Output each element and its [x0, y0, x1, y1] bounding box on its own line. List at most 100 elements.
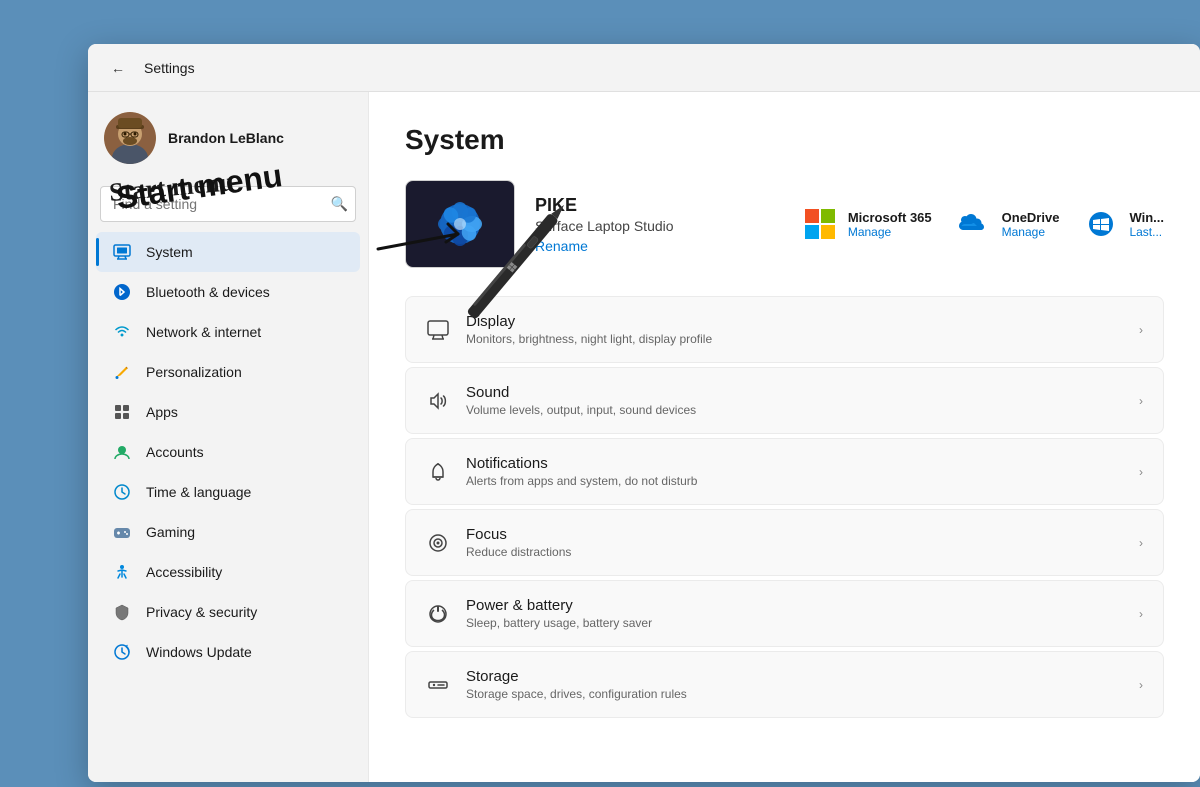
sidebar-item-time-label: Time & language	[146, 484, 251, 500]
sidebar-item-accessibility-label: Accessibility	[146, 564, 222, 580]
onedrive-text: OneDrive Manage	[1002, 210, 1060, 239]
device-model: Surface Laptop Studio	[535, 218, 762, 234]
device-image	[405, 180, 515, 268]
focus-arrow: ›	[1139, 536, 1143, 550]
account-icon	[112, 442, 132, 462]
settings-list: Display Monitors, brightness, night ligh…	[405, 296, 1164, 720]
sidebar-item-accessibility[interactable]: Accessibility	[96, 552, 360, 592]
settings-item-display[interactable]: Display Monitors, brightness, night ligh…	[405, 296, 1164, 363]
device-card: PIKE Surface Laptop Studio Rename	[405, 180, 1164, 268]
page-title: System	[405, 124, 1164, 156]
sound-title: Sound	[466, 384, 1123, 401]
rename-link[interactable]: Rename	[535, 238, 762, 254]
network-icon	[112, 322, 132, 342]
storage-icon	[426, 673, 450, 697]
quick-links: Microsoft 365 Manage O	[802, 206, 1164, 242]
sound-arrow: ›	[1139, 394, 1143, 408]
settings-window: ← Settings	[88, 44, 1200, 782]
settings-item-notifications[interactable]: Notifications Alerts from apps and syste…	[405, 438, 1164, 505]
nav-list: System Bluetooth & devices	[88, 232, 368, 672]
ms365-text: Microsoft 365 Manage	[848, 210, 932, 239]
privacy-icon	[112, 602, 132, 622]
display-desc: Monitors, brightness, night light, displ…	[466, 332, 1123, 346]
sidebar-item-accounts[interactable]: Accounts	[96, 432, 360, 472]
sidebar-item-personalization[interactable]: Personalization	[96, 352, 360, 392]
window-title: Settings	[144, 60, 195, 76]
onedrive-icon	[956, 206, 992, 242]
onedrive-manage[interactable]: Manage	[1002, 225, 1060, 239]
sidebar-item-windowsupdate[interactable]: Windows Update	[96, 632, 360, 672]
sidebar-item-gaming-label: Gaming	[146, 524, 195, 540]
device-name: PIKE	[535, 195, 762, 216]
ms365-icon	[802, 206, 838, 242]
windows-title: Win...	[1129, 210, 1164, 225]
settings-item-sound[interactable]: Sound Volume levels, output, input, soun…	[405, 367, 1164, 434]
sidebar-item-windowsupdate-label: Windows Update	[146, 644, 252, 660]
sidebar-item-network-label: Network & internet	[146, 324, 261, 340]
settings-item-power[interactable]: Power & battery Sleep, battery usage, ba…	[405, 580, 1164, 647]
focus-desc: Reduce distractions	[466, 545, 1123, 559]
power-arrow: ›	[1139, 607, 1143, 621]
ms365-title: Microsoft 365	[848, 210, 932, 225]
windows-text: Win... Last...	[1129, 210, 1164, 239]
avatar	[104, 112, 156, 164]
sidebar-item-personalization-label: Personalization	[146, 364, 242, 380]
main-content: System	[368, 92, 1200, 782]
notifications-title: Notifications	[466, 455, 1123, 472]
time-icon	[112, 482, 132, 502]
sidebar-item-privacy-label: Privacy & security	[146, 604, 257, 620]
power-desc: Sleep, battery usage, battery saver	[466, 616, 1123, 630]
search-input[interactable]	[100, 186, 356, 222]
user-name: Brandon LeBlanc	[168, 130, 284, 146]
sidebar-item-system[interactable]: System	[96, 232, 360, 272]
sidebar-item-privacy[interactable]: Privacy & security	[96, 592, 360, 632]
power-icon	[426, 602, 450, 626]
storage-title: Storage	[466, 668, 1123, 685]
search-icon: 🔍	[331, 196, 348, 213]
apps-icon	[112, 402, 132, 422]
accessibility-icon	[112, 562, 132, 582]
storage-text: Storage Storage space, drives, configura…	[466, 668, 1123, 701]
display-arrow: ›	[1139, 323, 1143, 337]
ms365-manage[interactable]: Manage	[848, 225, 932, 239]
sidebar: Brandon LeBlanc 🔍 Start menu	[88, 92, 368, 782]
power-text: Power & battery Sleep, battery usage, ba…	[466, 597, 1123, 630]
storage-desc: Storage space, drives, configuration rul…	[466, 687, 1123, 701]
bluetooth-icon	[112, 282, 132, 302]
gaming-icon	[112, 522, 132, 542]
titlebar: ← Settings	[88, 44, 1200, 92]
display-text: Display Monitors, brightness, night ligh…	[466, 313, 1123, 346]
sidebar-item-bluetooth-label: Bluetooth & devices	[146, 284, 270, 300]
settings-item-storage[interactable]: Storage Storage space, drives, configura…	[405, 651, 1164, 718]
notifications-desc: Alerts from apps and system, do not dist…	[466, 474, 1123, 488]
settings-item-focus[interactable]: Focus Reduce distractions ›	[405, 509, 1164, 576]
storage-arrow: ›	[1139, 678, 1143, 692]
sidebar-item-system-label: System	[146, 244, 193, 260]
onedrive-title: OneDrive	[1002, 210, 1060, 225]
update-icon	[112, 642, 132, 662]
windows-icon	[1083, 206, 1119, 242]
ms365-link[interactable]: Microsoft 365 Manage	[802, 206, 932, 242]
user-profile[interactable]: Brandon LeBlanc	[88, 104, 368, 180]
back-button[interactable]: ←	[104, 54, 132, 82]
sidebar-item-accounts-label: Accounts	[146, 444, 204, 460]
notifications-text: Notifications Alerts from apps and syste…	[466, 455, 1123, 488]
sidebar-item-bluetooth[interactable]: Bluetooth & devices	[96, 272, 360, 312]
sound-text: Sound Volume levels, output, input, soun…	[466, 384, 1123, 417]
display-icon	[426, 318, 450, 342]
display-title: Display	[466, 313, 1123, 330]
sound-desc: Volume levels, output, input, sound devi…	[466, 403, 1123, 417]
sound-icon	[426, 389, 450, 413]
focus-text: Focus Reduce distractions	[466, 526, 1123, 559]
sidebar-item-gaming[interactable]: Gaming	[96, 512, 360, 552]
sidebar-item-apps-label: Apps	[146, 404, 178, 420]
onedrive-link[interactable]: OneDrive Manage	[956, 206, 1060, 242]
sidebar-item-apps[interactable]: Apps	[96, 392, 360, 432]
paint-icon	[112, 362, 132, 382]
windows-sub[interactable]: Last...	[1129, 225, 1164, 239]
windows-link[interactable]: Win... Last...	[1083, 206, 1164, 242]
sidebar-item-time[interactable]: Time & language	[96, 472, 360, 512]
focus-title: Focus	[466, 526, 1123, 543]
sidebar-item-network[interactable]: Network & internet	[96, 312, 360, 352]
focus-icon	[426, 531, 450, 555]
